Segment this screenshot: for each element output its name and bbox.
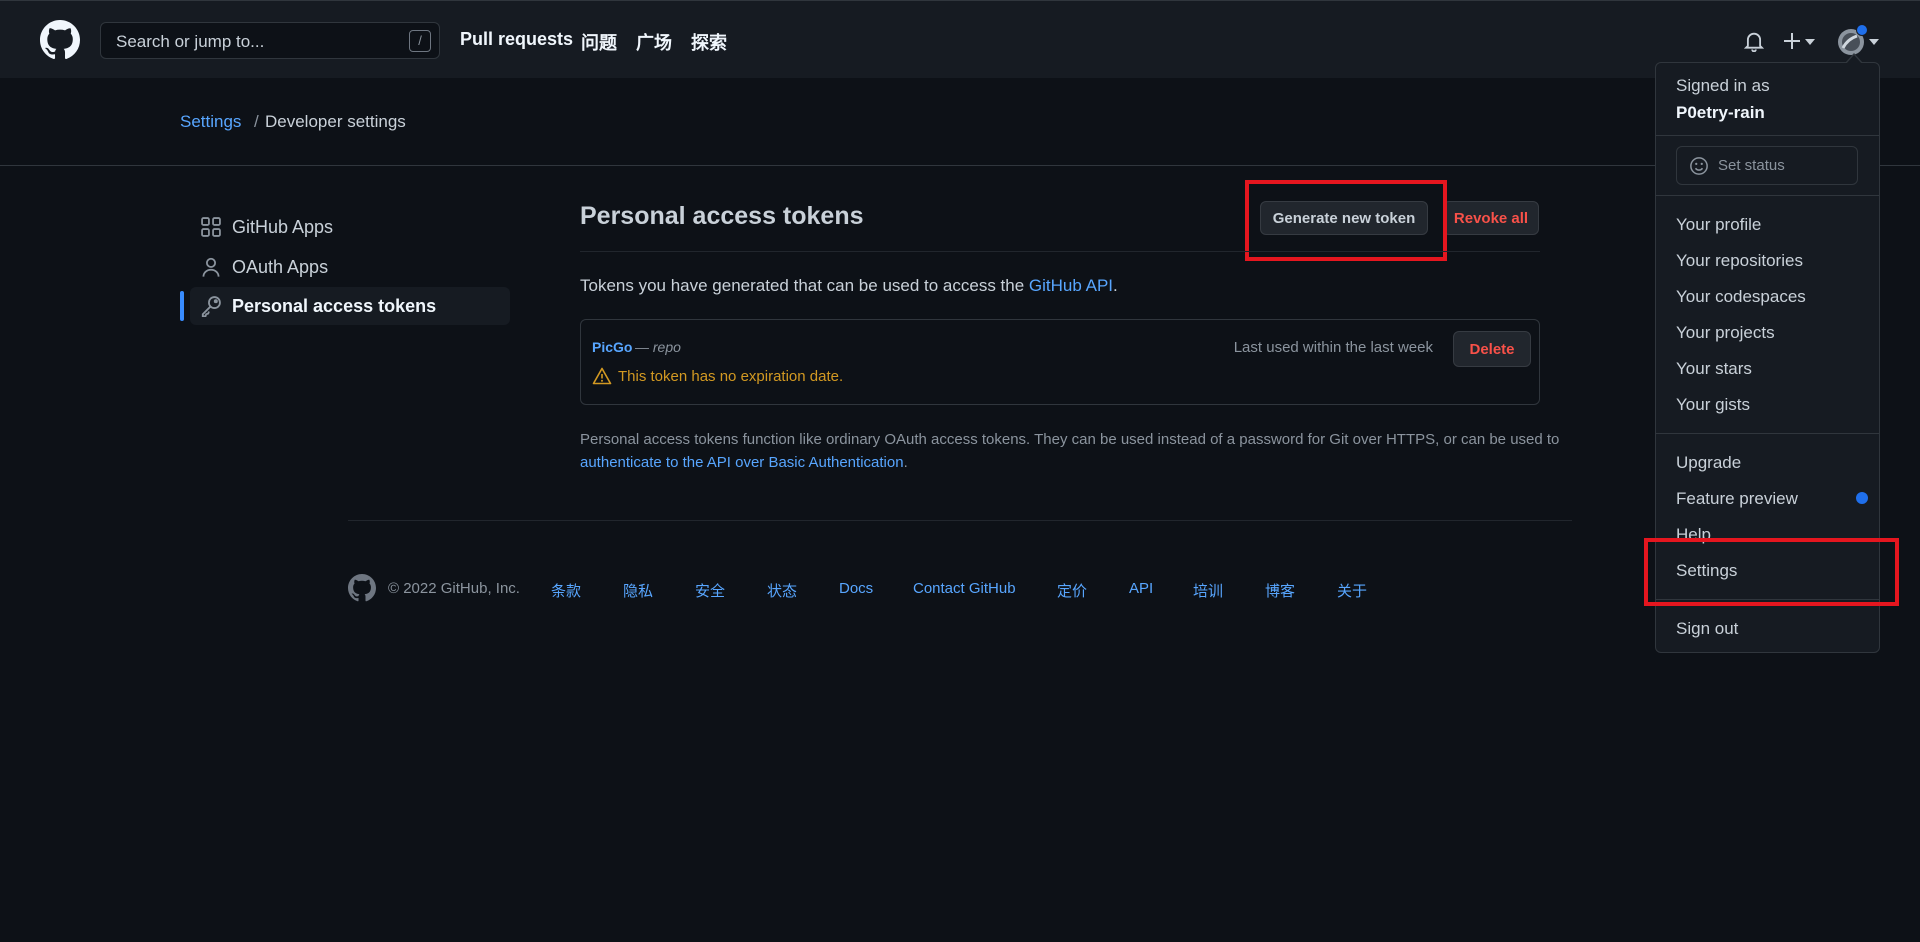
github-footer-logo-icon[interactable] [348,574,376,602]
signed-in-label: Signed in as [1676,76,1770,95]
token-scope: — repo [635,339,681,355]
footer-link-docs[interactable]: Docs [839,580,873,597]
footer-link-api[interactable]: API [1129,580,1153,597]
dropdown-divider [1656,195,1879,196]
menu-item-your-codespaces[interactable]: Your codespaces [1676,287,1806,307]
sidebar-item-label: Personal access tokens [232,295,437,316]
breadcrumb-current: Developer settings [265,112,406,131]
footer-copyright: © 2022 GitHub, Inc. [388,580,520,597]
footer-divider [348,520,1572,521]
menu-item-your-projects[interactable]: Your projects [1676,323,1775,343]
footer-link-training[interactable]: 培训 [1193,580,1223,601]
menu-item-upgrade[interactable]: Upgrade [1676,453,1741,473]
avatar-chevron-down-icon[interactable] [1869,39,1879,45]
footer-link-about[interactable]: 关于 [1337,580,1367,601]
apps-icon [201,217,221,237]
breadcrumb: Settings / Developer settings [0,78,1920,166]
menu-item-your-gists[interactable]: Your gists [1676,395,1750,415]
revoke-all-button[interactable]: Revoke all [1443,201,1539,235]
token-warning: This token has no expiration date. [592,367,843,385]
basic-auth-link[interactable]: authenticate to the API over Basic Authe… [580,454,904,471]
intro-prefix: Tokens you have generated that can be us… [580,276,1029,295]
sidebar-item-label: GitHub Apps [232,216,334,237]
token-item: PicGo — repo This token has no expiratio… [580,319,1540,405]
menu-item-your-stars[interactable]: Your stars [1676,359,1752,379]
github-logo-icon[interactable] [40,20,80,60]
github-api-link[interactable]: GitHub API [1029,276,1113,295]
search-placeholder: Search or jump to... [116,32,265,51]
dropdown-caret-inner [1846,55,1862,64]
plus-icon[interactable] [1783,32,1801,50]
feature-preview-dot [1856,492,1868,504]
menu-item-sign-out[interactable]: Sign out [1676,619,1738,639]
menu-item-your-repositories[interactable]: Your repositories [1676,251,1803,271]
breadcrumb-separator: / [254,112,259,131]
sidebar-active-indicator [180,291,184,321]
person-icon [202,257,220,277]
token-note-end: . [903,454,908,471]
footer-link-privacy[interactable]: 隐私 [623,580,653,601]
set-status-label: Set status [1718,157,1785,174]
token-note: Personal access tokens function like ord… [580,428,1560,474]
token-name-link[interactable]: PicGo [592,339,632,355]
key-icon [201,296,221,317]
footer-link-contact[interactable]: Contact GitHub [913,580,1016,597]
sidebar-item-github-apps[interactable]: GitHub Apps [190,208,510,246]
highlight-box-settings [1644,538,1899,606]
page-title: Personal access tokens [580,202,864,230]
notification-dot-icon [1856,24,1868,36]
alert-icon [592,367,612,385]
intro-text: Tokens you have generated that can be us… [580,276,1118,296]
dropdown-divider [1656,433,1879,434]
search-input[interactable]: Search or jump to... / [100,22,440,59]
title-divider [580,251,1540,252]
sidebar-item-oauth-apps[interactable]: OAuth Apps [190,248,510,286]
highlight-box-generate [1245,180,1447,261]
intro-suffix: . [1113,276,1118,295]
footer-link-terms[interactable]: 条款 [551,580,581,601]
menu-item-feature-preview[interactable]: Feature preview [1676,489,1798,509]
plus-chevron-down-icon[interactable] [1805,39,1815,45]
set-status-button[interactable]: Set status [1676,146,1858,185]
footer-link-pricing[interactable]: 定价 [1057,580,1087,601]
nav-issues[interactable]: 问题 [581,29,617,55]
sidebar-item-personal-access-tokens[interactable]: Personal access tokens [190,287,510,325]
dropdown-divider [1656,135,1879,136]
breadcrumb-settings-link[interactable]: Settings [180,112,241,132]
footer-link-security[interactable]: 安全 [695,580,725,601]
menu-item-your-profile[interactable]: Your profile [1676,215,1761,235]
top-header: Search or jump to... / Pull requests 问题 … [0,0,1920,78]
smiley-icon [1690,156,1708,175]
token-last-used: Last used within the last week [1233,339,1433,356]
token-note-text: Personal access tokens function like ord… [580,431,1560,448]
footer-link-status[interactable]: 状态 [767,580,797,601]
token-warning-text: This token has no expiration date. [618,367,844,385]
signed-in-username: P0etry-rain [1676,103,1765,122]
search-shortcut-key: / [409,30,431,52]
delete-token-button[interactable]: Delete [1453,331,1531,367]
bell-icon[interactable] [1744,30,1764,52]
nav-marketplace[interactable]: 广场 [636,29,672,55]
sidebar-item-label: OAuth Apps [232,256,329,277]
footer-link-blog[interactable]: 博客 [1265,580,1295,601]
nav-pull-requests[interactable]: Pull requests [460,29,573,50]
nav-explore[interactable]: 探索 [691,29,727,55]
